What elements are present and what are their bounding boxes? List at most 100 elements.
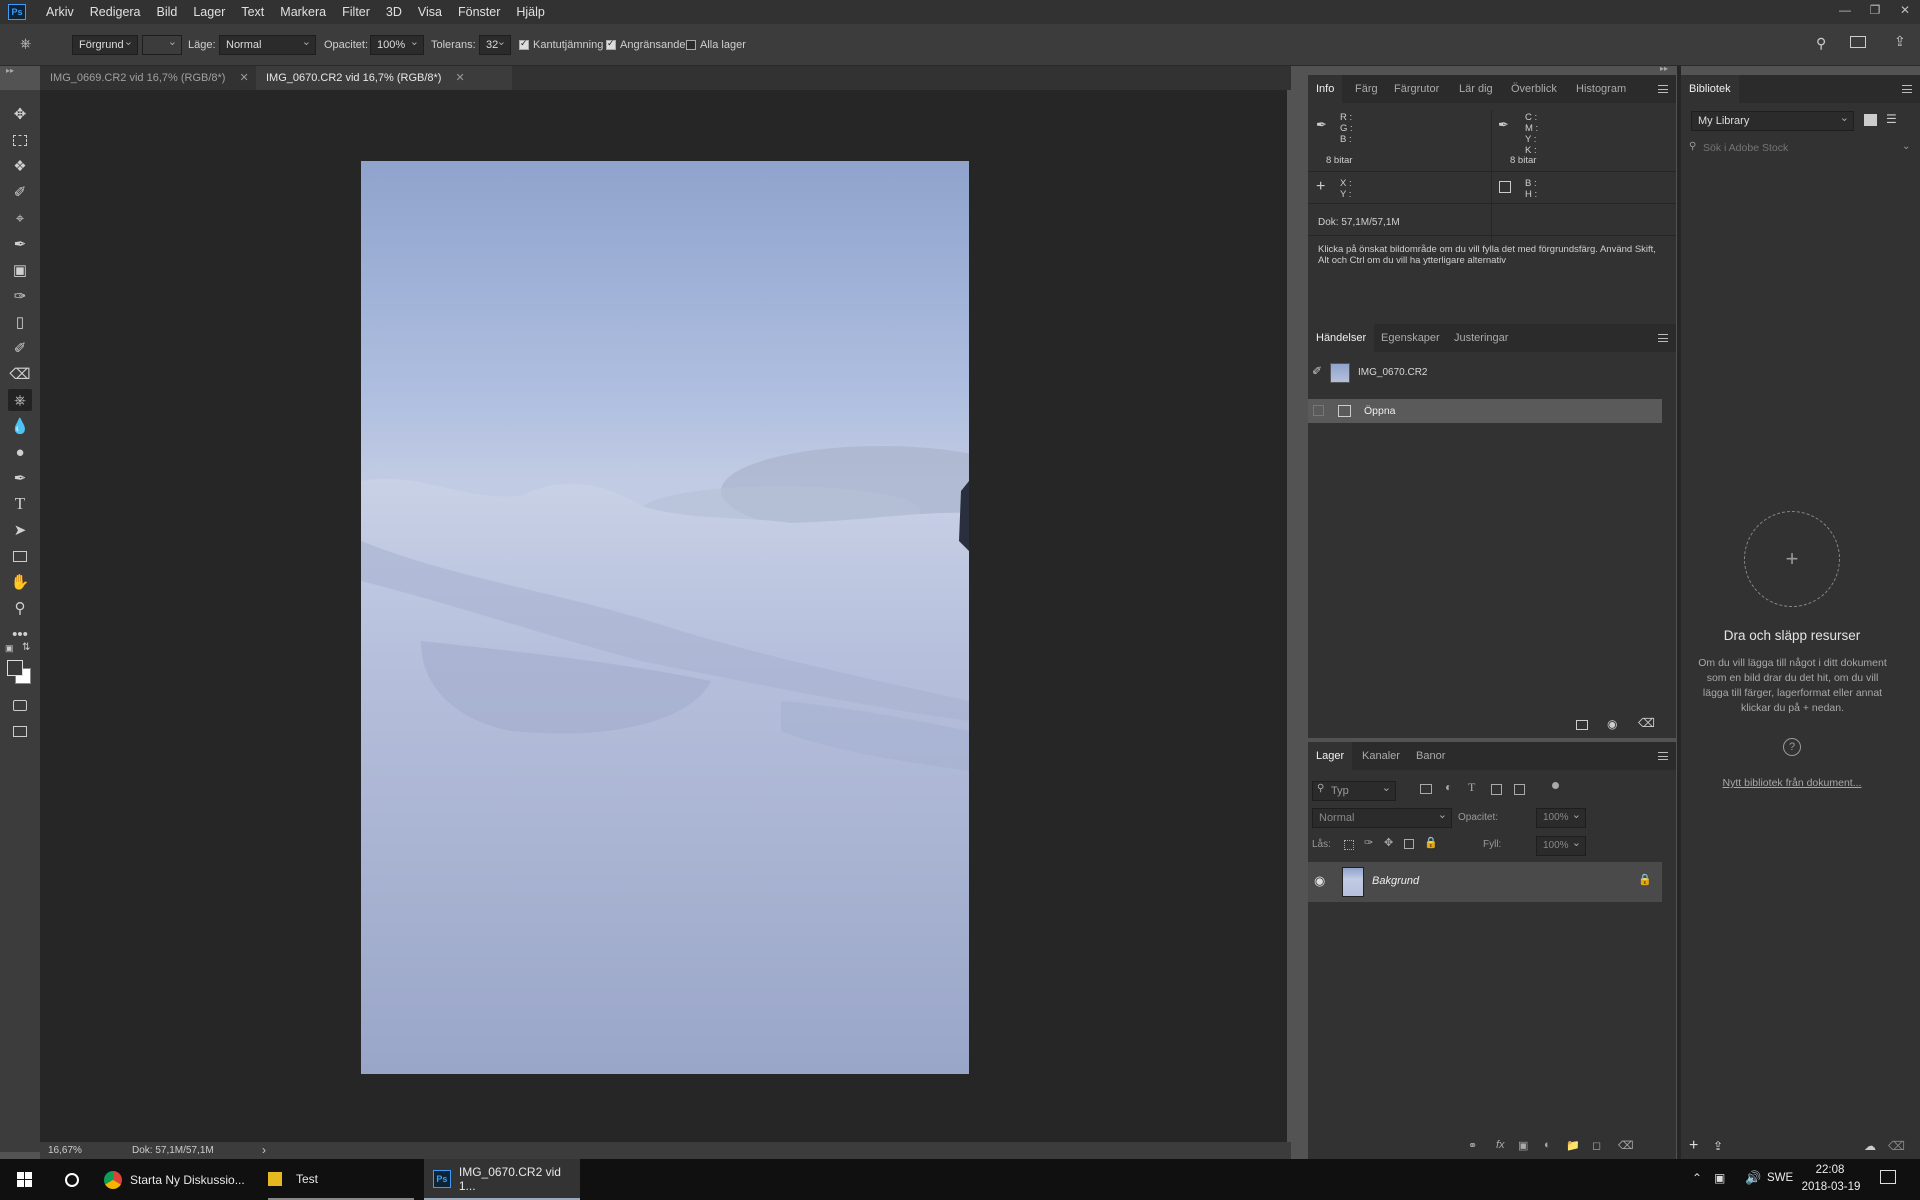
restore-icon[interactable]: ❐ [1860, 0, 1890, 22]
opacity-input[interactable]: 100% [370, 33, 424, 55]
layer-opacity-input[interactable]: 100% [1536, 806, 1586, 828]
new-group-icon[interactable]: 📁 [1566, 1139, 1580, 1152]
history-snapshot[interactable]: ✐ IMG_0670.CR2 [1308, 358, 1662, 388]
tab-kanaler[interactable]: Kanaler [1362, 742, 1400, 770]
default-colors-icon[interactable]: ▣ [5, 643, 14, 654]
swap-colors-icon[interactable]: ⇅ [22, 642, 30, 653]
brush-tool-icon[interactable]: ✑ [8, 285, 32, 307]
close-tab-icon[interactable]: ✕ [455, 72, 464, 84]
tab-lar-dig[interactable]: Lär dig [1459, 75, 1493, 103]
lock-transparent-icon[interactable] [1344, 840, 1354, 850]
filter-smartobject-icon[interactable] [1514, 784, 1525, 795]
notifications-icon[interactable] [1880, 1170, 1896, 1184]
tab-img-0669[interactable]: IMG_0669.CR2 vid 16,7% (RGB/8*) ✕ [40, 66, 252, 90]
type-tool-icon[interactable]: T [8, 493, 32, 515]
grid-view-icon[interactable] [1864, 114, 1877, 126]
zoom-level[interactable]: 16,67% [48, 1145, 82, 1156]
help-icon[interactable]: ? [1783, 738, 1801, 756]
lock-move-icon[interactable]: ✥ [1384, 836, 1393, 849]
layer-name[interactable]: Bakgrund [1372, 875, 1419, 887]
link-layers-icon[interactable]: ⚭ [1468, 1139, 1477, 1152]
paint-bucket-tool-icon[interactable]: ⎈ [8, 389, 32, 411]
document-image[interactable] [361, 161, 969, 1074]
lock-all-icon[interactable]: 🔒 [1424, 836, 1438, 849]
tolerance-input[interactable]: 32 [479, 33, 511, 55]
menu-filter[interactable]: Filter [334, 0, 378, 24]
path-selection-tool-icon[interactable]: ➤ [8, 519, 32, 541]
eyedropper-tool-icon[interactable]: ✒ [8, 233, 32, 255]
tab-fargrutor[interactable]: Färgrutor [1394, 75, 1439, 103]
screen-mode-icon[interactable] [8, 720, 32, 742]
tab-bibliotek[interactable]: Bibliotek [1681, 75, 1739, 103]
blur-tool-icon[interactable]: 💧 [8, 415, 32, 437]
healing-brush-tool-icon[interactable]: ▣ [8, 259, 32, 281]
lasso-tool-icon[interactable]: ❖ [8, 155, 32, 177]
antialias-checkbox[interactable] [519, 38, 529, 50]
marquee-tool-icon[interactable] [8, 129, 32, 151]
add-asset-circle[interactable]: + [1744, 511, 1840, 607]
panel-expand-arrows[interactable]: ▸▸ [1660, 64, 1668, 73]
layer-filter-select[interactable]: Typ [1312, 779, 1396, 801]
tab-info[interactable]: Info [1308, 75, 1343, 103]
quick-select-tool-icon[interactable]: ✐ [8, 181, 32, 203]
blend-mode-select[interactable]: Normal [1312, 806, 1452, 828]
zoom-tool-icon[interactable]: ⚲ [8, 597, 32, 619]
move-tool-icon[interactable]: ✥ [8, 103, 32, 125]
crop-tool-icon[interactable]: ⌖ [8, 207, 32, 229]
menu-visa[interactable]: Visa [410, 0, 450, 24]
hand-tool-icon[interactable]: ✋ [8, 571, 32, 593]
visibility-eye-icon[interactable]: ◉ [1314, 873, 1325, 889]
workspace-icon[interactable] [1850, 36, 1866, 48]
add-mask-icon[interactable]: ▣ [1518, 1139, 1528, 1152]
dodge-tool-icon[interactable]: ● [8, 441, 32, 463]
stock-search-input[interactable] [1703, 139, 1903, 157]
status-menu-arrow[interactable]: › [262, 1143, 266, 1157]
taskbar-photoshop[interactable]: Ps IMG_0670.CR2 vid 1... [424, 1159, 580, 1200]
menu-lager[interactable]: Lager [185, 0, 233, 24]
trash-icon[interactable]: ⌫ [1638, 716, 1655, 730]
panel-menu-icon[interactable] [1658, 752, 1668, 760]
history-brush-tool-icon[interactable]: ✐ [8, 337, 32, 359]
lock-paint-icon[interactable]: ✑ [1364, 836, 1373, 849]
taskbar-explorer[interactable]: Test [268, 1159, 414, 1200]
close-tab-icon[interactable]: ✕ [239, 72, 248, 84]
clock-time[interactable]: 22:08 [1804, 1164, 1856, 1176]
history-brush-source-icon[interactable]: ✐ [1312, 364, 1322, 378]
panel-menu-icon[interactable] [1658, 334, 1668, 342]
tab-overblick[interactable]: Överblick [1511, 75, 1557, 103]
windows-start-icon[interactable] [10, 1159, 38, 1200]
search-dropdown-icon[interactable]: ⌄ [1902, 141, 1910, 152]
menu-hjalp[interactable]: Hjälp [508, 0, 553, 24]
camera-icon[interactable]: ◉ [1607, 717, 1617, 731]
volume-icon[interactable]: 🔊 [1745, 1170, 1761, 1186]
tab-egenskaper[interactable]: Egenskaper [1381, 324, 1440, 352]
menu-markera[interactable]: Markera [272, 0, 334, 24]
menu-bild[interactable]: Bild [149, 0, 186, 24]
taskbar-chrome[interactable]: Starta Ny Diskussio... [104, 1159, 252, 1200]
add-content-icon[interactable]: + [1689, 1137, 1698, 1155]
tab-histogram[interactable]: Histogram [1576, 75, 1626, 103]
tab-lager[interactable]: Lager [1308, 742, 1353, 770]
fx-icon[interactable]: fx [1496, 1139, 1505, 1151]
close-icon[interactable]: ✕ [1890, 0, 1920, 22]
foreground-color-swatch[interactable] [7, 660, 23, 676]
rectangle-tool-icon[interactable] [8, 545, 32, 567]
layer-fill-input[interactable]: 100% [1536, 834, 1586, 856]
filter-toggle-icon[interactable] [1552, 782, 1559, 789]
clone-stamp-tool-icon[interactable]: ▯ [8, 311, 32, 333]
new-library-link[interactable]: Nytt bibliotek från dokument... [1681, 777, 1903, 789]
lock-artboard-icon[interactable] [1404, 839, 1414, 849]
tab-justeringar[interactable]: Justeringar [1454, 324, 1508, 352]
layer-row[interactable]: ◉ Bakgrund 🔒 [1308, 862, 1662, 902]
adjustment-layer-icon[interactable]: ◐ [1544, 1139, 1551, 1151]
menu-3d[interactable]: 3D [378, 0, 410, 24]
filter-adjustment-icon[interactable]: ◐ [1445, 780, 1452, 794]
library-trash-icon[interactable]: ⌫ [1888, 1139, 1905, 1153]
minimize-icon[interactable]: — [1830, 0, 1860, 22]
new-doc-from-state-icon[interactable] [1576, 720, 1588, 730]
all-layers-checkbox[interactable] [686, 40, 696, 50]
tray-chevron-icon[interactable]: ⌃ [1692, 1171, 1702, 1185]
photoshop-logo[interactable]: Ps [8, 4, 26, 20]
quick-mask-icon[interactable] [8, 694, 32, 716]
menu-text[interactable]: Text [233, 0, 272, 24]
